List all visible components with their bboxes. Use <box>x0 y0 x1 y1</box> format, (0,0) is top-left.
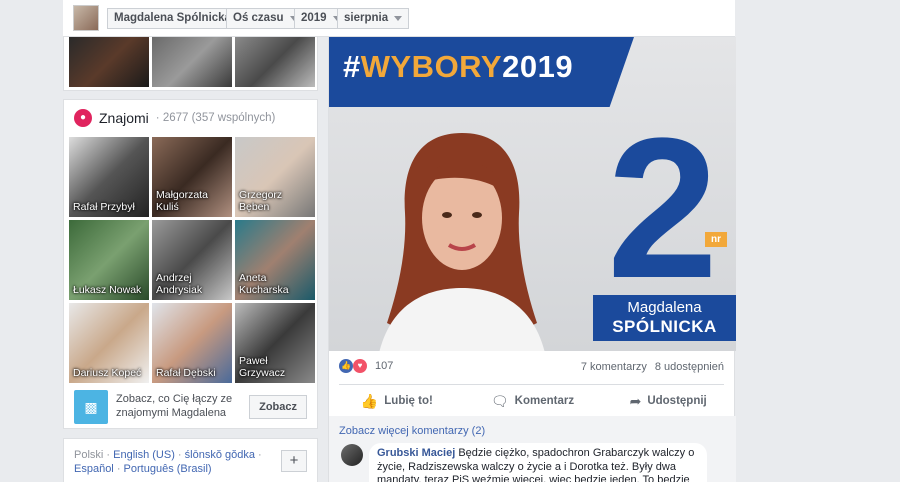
language-list: Polski · English (US) · ślōnskŏ gŏdka · … <box>74 449 262 475</box>
language-link-portuguese[interactable]: Português (Brasil) <box>124 463 212 475</box>
friend-tile[interactable]: Rafał Dębski <box>152 303 232 383</box>
candidate-first-name: Magdalena <box>627 299 702 316</box>
thumbs-up-icon: 👍 <box>360 392 379 409</box>
profile-avatar[interactable] <box>73 5 99 31</box>
banner-hash: # <box>343 49 361 84</box>
timeline-label: Oś czasu <box>233 12 284 24</box>
timeline-nav-bar: Magdalena Spólnicka Oś czasu 2019 sierpn… <box>63 0 735 37</box>
friend-name: Aneta Kucharska <box>239 272 289 296</box>
banner-text: #WYBORY2019 <box>343 49 573 85</box>
candidate-last-name: SPÓLNICKA <box>612 317 717 336</box>
friend-name: Małgorzata Kuliś <box>156 189 208 213</box>
friends-connect-icon: ▩ <box>74 390 108 424</box>
shares-count-link[interactable]: 8 udostępnień <box>655 361 724 373</box>
friend-name: Grzegorz Bęben <box>239 189 283 213</box>
friend-name: Andrzej Andrysiak <box>156 272 203 296</box>
reaction-count: 107 <box>375 360 394 372</box>
profile-name-label: Magdalena Spólnicka <box>114 12 231 24</box>
friend-tile[interactable]: Grzegorz Bęben <box>235 137 315 217</box>
divider <box>339 384 724 385</box>
see-connections-button[interactable]: Zobacz <box>249 395 307 419</box>
friend-tile[interactable]: Dariusz Kopeć <box>69 303 149 383</box>
friend-tile[interactable]: Łukasz Nowak <box>69 220 149 300</box>
reactions-summary[interactable]: 👍 ♥ 107 <box>339 359 393 373</box>
add-language-button[interactable]: + <box>281 450 307 472</box>
language-link-silesian[interactable]: ślōnskŏ gŏdka <box>185 449 255 461</box>
friend-tile[interactable]: Andrzej Andrysiak <box>152 220 232 300</box>
share-label: Udostępnij <box>647 395 707 407</box>
friend-name: Rafał Dębski <box>156 367 216 379</box>
photos-strip <box>63 37 318 91</box>
share-button[interactable]: ➦ Udostępnij <box>600 388 736 414</box>
friend-tile[interactable]: Aneta Kucharska <box>235 220 315 300</box>
friends-count: · 2677 (357 wspólnych) <box>155 112 276 124</box>
list-number: 2 <box>607 97 719 320</box>
banner-year: 2019 <box>502 49 574 84</box>
current-language: Polski <box>74 449 104 461</box>
friend-name: Dariusz Kopeć <box>73 367 142 379</box>
post-card: #WYBORY2019 2 nr Magdalena SPÓLNICKA 👍 ♥… <box>328 37 736 482</box>
month-dropdown[interactable]: sierpnia <box>337 8 410 29</box>
language-link-spanish[interactable]: Español <box>74 463 114 475</box>
view-more-comments-link[interactable]: Zobacz więcej komentarzy (2) <box>339 425 485 437</box>
photo-thumbnail[interactable] <box>235 37 315 87</box>
friend-tile[interactable]: Paweł Grzywacz <box>235 303 315 383</box>
friend-tile[interactable]: Rafał Przybył <box>69 137 149 217</box>
like-button[interactable]: 👍 Lubię to! <box>329 388 465 414</box>
nr-badge: nr <box>705 232 727 247</box>
post-image[interactable]: #WYBORY2019 2 nr Magdalena SPÓLNICKA <box>329 37 736 351</box>
photo-thumbnail[interactable] <box>152 37 232 87</box>
friends-header[interactable]: ● Znajomi · 2677 (357 wspólnych) <box>74 109 275 127</box>
post-stats: 7 komentarzy 8 udostępnień <box>581 361 724 373</box>
post-actions: 👍 Lubię to! 🗨 Komentarz ➦ Udostępnij <box>329 388 736 414</box>
like-reaction-icon: 👍 <box>339 359 353 373</box>
connect-text: Zobacz, co Cię łączy ze znajomymi Magdal… <box>116 393 233 419</box>
month-label: sierpnia <box>344 12 389 24</box>
friend-name: Paweł Grzywacz <box>239 355 286 379</box>
mutual-connections-row: ▩ Zobacz, co Cię łączy ze znajomymi Magd… <box>74 388 309 424</box>
photo-thumbnail[interactable] <box>69 37 149 87</box>
friends-box: ● Znajomi · 2677 (357 wspólnych) Rafał P… <box>63 99 318 429</box>
share-icon: ➦ <box>629 392 642 409</box>
timeline-dropdown[interactable]: Oś czasu <box>226 8 305 29</box>
banner-word: WYBORY <box>360 49 503 84</box>
comments-count-link[interactable]: 7 komentarzy <box>581 361 647 373</box>
comment-button[interactable]: 🗨 Komentarz <box>465 388 601 414</box>
year-label: 2019 <box>301 12 327 24</box>
commenter-avatar[interactable] <box>341 444 363 466</box>
friends-icon: ● <box>74 109 92 127</box>
comment-bubble: Grubski Maciej Będzie ciężko, spadochron… <box>369 443 707 482</box>
comment-label: Komentarz <box>514 395 575 407</box>
comment-icon: 🗨 <box>490 392 509 409</box>
language-link-english[interactable]: English (US) <box>113 449 175 461</box>
friend-name: Łukasz Nowak <box>73 284 142 296</box>
friend-name: Rafał Przybył <box>73 201 135 213</box>
language-box: Polski · English (US) · ślōnskŏ gŏdka · … <box>63 438 318 482</box>
love-reaction-icon: ♥ <box>353 359 367 373</box>
like-label: Lubię to! <box>384 395 433 407</box>
candidate-portrait <box>379 133 545 351</box>
profile-name-button[interactable]: Magdalena Spólnicka <box>107 8 238 29</box>
comment-author[interactable]: Grubski Maciej <box>377 447 455 459</box>
friends-title[interactable]: Znajomi <box>99 110 149 126</box>
comments-section: Zobacz więcej komentarzy (2) Grubski Mac… <box>329 416 736 482</box>
chevron-down-icon <box>394 16 403 21</box>
candidate-namebox: Magdalena SPÓLNICKA <box>593 295 736 341</box>
friend-tile[interactable]: Małgorzata Kuliś <box>152 137 232 217</box>
